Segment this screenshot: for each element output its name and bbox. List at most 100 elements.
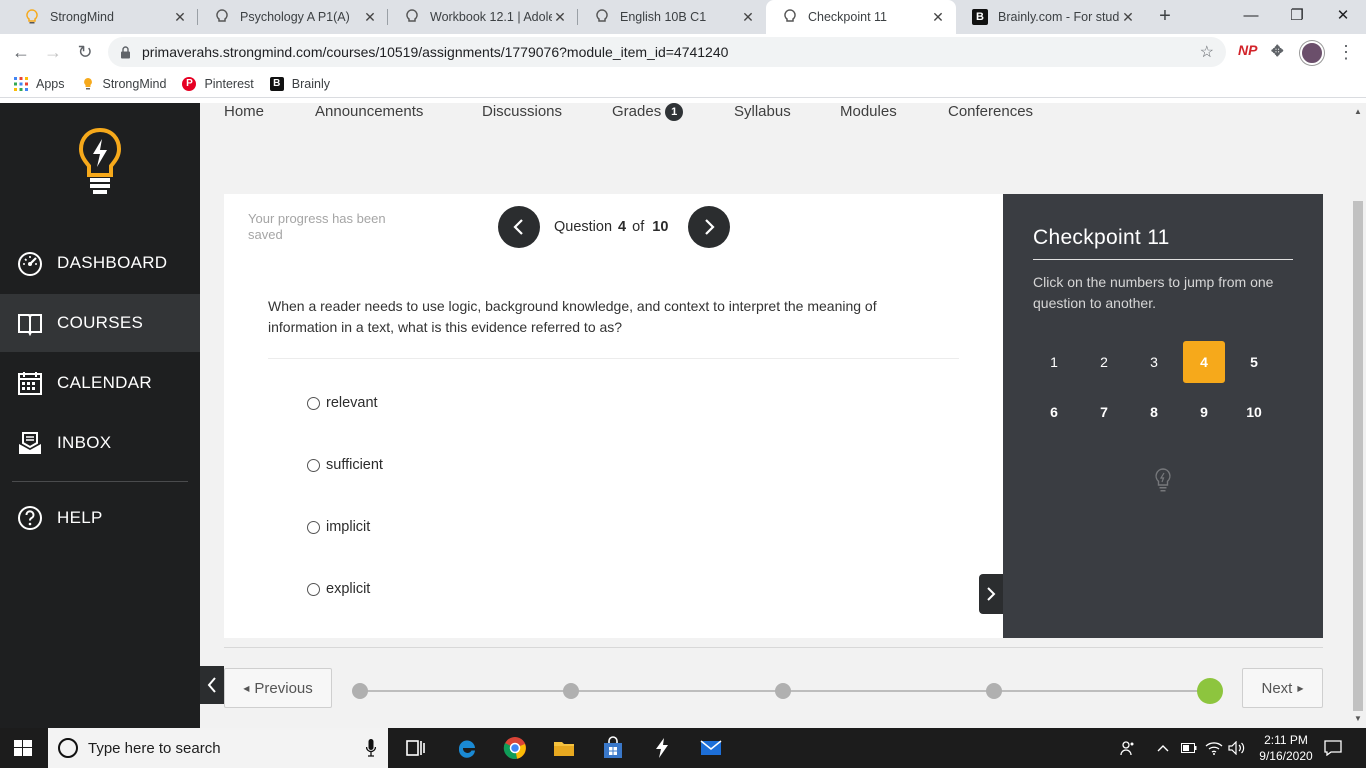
browser-tab-strongmind[interactable]: StrongMind ✕: [8, 0, 198, 34]
windows-start-icon[interactable]: [14, 740, 32, 756]
close-tab-icon[interactable]: ✕: [930, 9, 946, 26]
sidebar-item-courses[interactable]: COURSES: [0, 294, 200, 352]
battery-icon[interactable]: [1181, 728, 1197, 768]
close-tab-icon[interactable]: ✕: [362, 9, 378, 26]
strongmind-logo[interactable]: [78, 127, 122, 197]
module-progress-step[interactable]: [775, 683, 791, 699]
sidebar-collapse-button[interactable]: [200, 666, 224, 704]
question-jump-7[interactable]: 7: [1083, 391, 1125, 433]
next-question-button[interactable]: [688, 206, 731, 248]
calendar-icon: [18, 372, 42, 395]
wifi-icon[interactable]: [1205, 728, 1223, 768]
extension-np-icon[interactable]: NP: [1238, 42, 1257, 58]
radio-button[interactable]: [307, 458, 320, 472]
question-jump-1[interactable]: 1: [1033, 341, 1075, 383]
bookmarks-bar: Apps StrongMind P Pinterest B Brainly: [0, 70, 1366, 98]
question-jump-3[interactable]: 3: [1133, 341, 1175, 383]
answer-option-relevant[interactable]: relevant: [307, 395, 378, 411]
nav-link-modules[interactable]: Modules: [840, 103, 897, 120]
microphone-icon[interactable]: [366, 739, 376, 757]
question-jump-4[interactable]: 4: [1183, 341, 1225, 383]
close-tab-icon[interactable]: ✕: [172, 9, 188, 26]
forward-icon[interactable]: →: [40, 40, 66, 64]
bookmark-brainly[interactable]: B Brainly: [269, 76, 330, 91]
question-jump-8[interactable]: 8: [1133, 391, 1175, 433]
minimize-icon[interactable]: —: [1228, 0, 1274, 34]
nav-link-grades[interactable]: Grades 1: [612, 103, 684, 121]
app-area: DASHBOARD COURSES CALENDAR INBOX HELP Ho…: [0, 103, 1366, 728]
answer-option-explicit[interactable]: explicit: [307, 581, 370, 597]
nav-link-home[interactable]: Home: [224, 103, 264, 120]
bookmark-apps[interactable]: Apps: [14, 76, 65, 91]
file-explorer-icon[interactable]: [552, 736, 576, 760]
browser-tab-english[interactable]: English 10B C1 ✕: [578, 0, 766, 34]
bookmark-strongmind[interactable]: StrongMind: [81, 77, 166, 91]
close-tab-icon[interactable]: ✕: [552, 9, 568, 26]
chevron-left-icon: [207, 677, 216, 693]
radio-button[interactable]: [307, 520, 320, 534]
module-progress-step[interactable]: [563, 683, 579, 699]
back-icon[interactable]: ←: [8, 40, 34, 64]
page-scrollbar[interactable]: ▲ ▼: [1350, 103, 1366, 728]
previous-page-button[interactable]: ◀ Previous: [224, 668, 332, 708]
nav-link-discussions[interactable]: Discussions: [482, 103, 562, 120]
answer-option-sufficient[interactable]: sufficient: [307, 457, 383, 473]
reload-icon[interactable]: ↻: [72, 40, 98, 64]
lightning-app-icon[interactable]: [650, 736, 674, 760]
nav-link-announcements[interactable]: Announcements: [315, 103, 423, 120]
question-jump-9[interactable]: 9: [1183, 391, 1225, 433]
store-bag-icon[interactable]: [601, 736, 625, 760]
taskbar-search-box[interactable]: Type here to search: [48, 728, 388, 768]
system-clock[interactable]: 2:11 PM 9/16/2020: [1258, 732, 1314, 764]
module-progress-step[interactable]: [352, 683, 368, 699]
extensions-puzzle-icon[interactable]: ✥: [1271, 42, 1284, 60]
browser-tab-psychology[interactable]: Psychology A P1(A) ✕: [198, 0, 388, 34]
scroll-up-arrow-icon[interactable]: ▲: [1353, 107, 1363, 116]
people-icon[interactable]: [1120, 728, 1136, 768]
sidebar-item-dashboard[interactable]: DASHBOARD: [0, 234, 200, 292]
task-view-icon[interactable]: [404, 736, 428, 760]
question-jump-2[interactable]: 2: [1083, 341, 1125, 383]
question-jump-5[interactable]: 5: [1233, 341, 1275, 383]
mail-icon[interactable]: [699, 736, 723, 760]
sidebar-item-inbox[interactable]: INBOX: [0, 414, 200, 472]
nav-link-conferences[interactable]: Conferences: [948, 103, 1033, 120]
close-tab-icon[interactable]: ✕: [1120, 9, 1136, 26]
profile-avatar[interactable]: [1300, 41, 1324, 65]
restore-icon[interactable]: ❐: [1274, 0, 1320, 34]
browser-tab-checkpoint[interactable]: Checkpoint 11 ✕: [766, 0, 956, 34]
sidebar: DASHBOARD COURSES CALENDAR INBOX HELP: [0, 103, 200, 728]
radio-button[interactable]: [307, 582, 320, 596]
scroll-down-arrow-icon[interactable]: ▼: [1353, 714, 1363, 723]
action-center-icon[interactable]: [1324, 728, 1342, 768]
question-jump-10[interactable]: 10: [1233, 391, 1275, 433]
sidebar-item-help[interactable]: HELP: [0, 489, 200, 547]
close-tab-icon[interactable]: ✕: [740, 9, 756, 26]
module-progress-current-step[interactable]: [1197, 678, 1223, 704]
answer-option-implicit[interactable]: implicit: [307, 519, 370, 535]
address-bar[interactable]: primaverahs.strongmind.com/courses/10519…: [108, 37, 1226, 67]
chrome-browser-icon[interactable]: [503, 736, 527, 760]
edge-browser-icon[interactable]: [455, 736, 479, 760]
sidebar-item-label: CALENDAR: [57, 373, 152, 392]
bookmark-star-icon[interactable]: ☆: [1200, 42, 1214, 62]
radio-button[interactable]: [307, 396, 320, 410]
module-progress-step[interactable]: [986, 683, 1002, 699]
browser-tab-brainly[interactable]: B Brainly.com - For studen ✕: [956, 0, 1146, 34]
volume-icon[interactable]: [1228, 728, 1246, 768]
bookmark-pinterest[interactable]: P Pinterest: [182, 76, 254, 91]
nav-link-syllabus[interactable]: Syllabus: [734, 103, 791, 120]
panel-toggle-button[interactable]: [979, 574, 1003, 614]
next-page-button[interactable]: Next ▶: [1242, 668, 1323, 708]
strongmind-favicon-icon: [24, 9, 40, 25]
browser-tab-workbook[interactable]: Workbook 12.1 | Adoles ✕: [388, 0, 578, 34]
new-tab-icon[interactable]: +: [1153, 5, 1177, 29]
close-window-icon[interactable]: ✕: [1320, 0, 1366, 34]
browser-menu-icon[interactable]: ⋮: [1337, 41, 1355, 63]
sidebar-item-calendar[interactable]: CALENDAR: [0, 354, 200, 412]
scrollbar-thumb[interactable]: [1353, 201, 1363, 711]
question-jump-6[interactable]: 6: [1033, 391, 1075, 433]
previous-question-button[interactable]: [498, 206, 540, 248]
strongmind-favicon-icon: [214, 9, 230, 25]
show-hidden-icons-chevron-icon[interactable]: [1157, 728, 1169, 768]
